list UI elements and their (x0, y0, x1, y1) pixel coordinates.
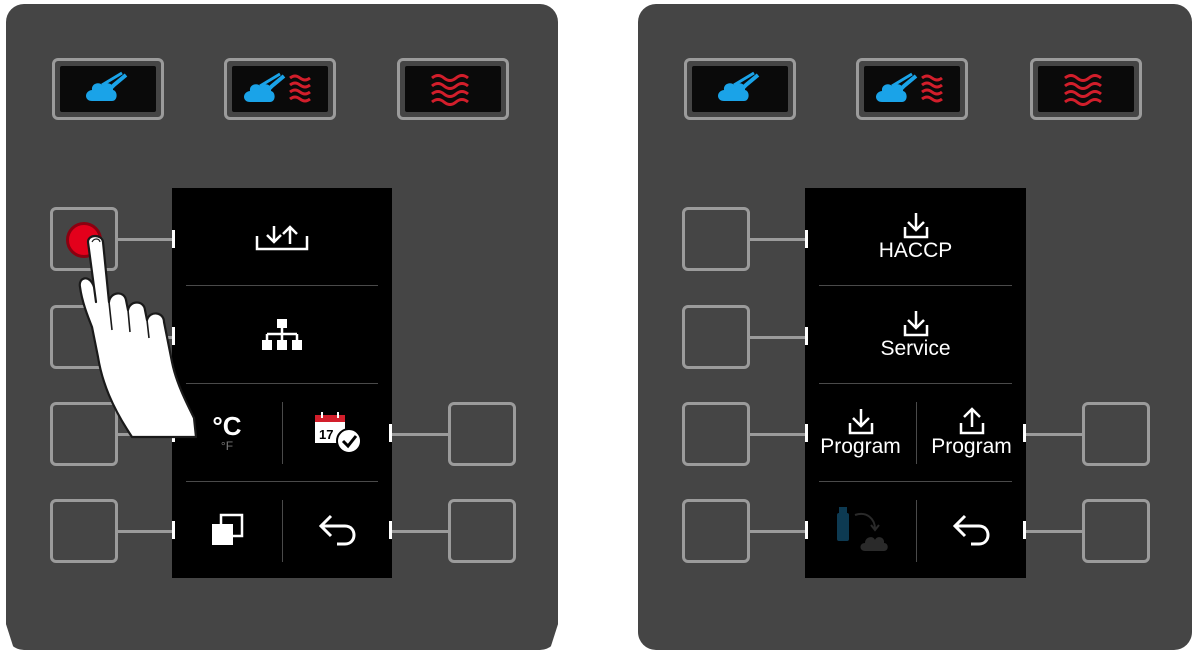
temperature-unit-icon: °C °F (212, 413, 241, 453)
haccp-download-menu-item[interactable]: HACCP (805, 188, 1026, 285)
left-combi-mode-button[interactable] (224, 58, 336, 120)
right-combi-mode-button[interactable] (856, 58, 968, 120)
left-display-screen: °C °F 17 (172, 188, 392, 578)
program-upload-menu-item[interactable]: Program (917, 384, 1026, 481)
celsius-label: °C (212, 410, 242, 441)
program-download-label: Program (820, 434, 901, 458)
left-convection-mode-button[interactable] (397, 58, 509, 120)
calendar-day: 17 (319, 427, 333, 442)
convection-icon (431, 74, 469, 106)
upload-icon (959, 406, 984, 434)
steam-icon (86, 71, 128, 101)
steam-icon (718, 71, 760, 101)
usb-to-cloud-menu-item[interactable] (805, 482, 916, 578)
download-icon (903, 212, 928, 238)
date-time-menu-item[interactable]: 17 (283, 384, 392, 481)
import-export-menu-item[interactable] (172, 188, 392, 285)
connector (1026, 433, 1084, 436)
usb-to-cloud-icon (836, 507, 888, 551)
right-convection-mode-button[interactable] (1030, 58, 1142, 120)
connector (117, 530, 172, 533)
right-panel-side-button-3[interactable] (682, 402, 750, 466)
connector (749, 433, 805, 436)
back-menu-item[interactable] (283, 482, 392, 578)
copy-icon (212, 513, 244, 545)
haccp-label: HACCP (878, 238, 953, 262)
fahrenheit-label: °F (220, 438, 234, 453)
service-download-menu-item[interactable]: Service (805, 286, 1026, 383)
download-icon (903, 310, 928, 336)
program-upload-label: Program (931, 434, 1012, 458)
copy-menu-item[interactable] (172, 482, 282, 578)
right-panel-side-button-2[interactable] (682, 305, 750, 369)
calendar-clock-icon: 17 (314, 411, 362, 454)
connector (392, 530, 450, 533)
right-panel-right-side-button-3[interactable] (1082, 402, 1150, 466)
program-download-menu-item[interactable]: Program (805, 384, 916, 481)
connector (749, 530, 805, 533)
import-export-icon (255, 224, 309, 250)
combi-steam-convection-icon (244, 72, 311, 103)
back-icon (952, 514, 989, 546)
network-menu-item[interactable] (172, 286, 392, 383)
pointing-hand-icon (78, 234, 198, 439)
left-side-button-4[interactable] (50, 499, 118, 563)
right-panel-side-button-1[interactable] (682, 207, 750, 271)
right-steam-mode-button[interactable] (684, 58, 796, 120)
left-panel-right-side-button-4[interactable] (448, 499, 516, 563)
download-icon (848, 408, 873, 434)
back-icon (318, 514, 355, 546)
connector (1026, 530, 1084, 533)
network-icon (262, 318, 302, 350)
right-panel-side-button-4[interactable] (682, 499, 750, 563)
left-steam-mode-button[interactable] (52, 58, 164, 120)
left-panel-right-side-button-3[interactable] (448, 402, 516, 466)
right-panel-right-side-button-4[interactable] (1082, 499, 1150, 563)
back-menu-item[interactable] (917, 482, 1026, 578)
convection-icon (1064, 74, 1102, 106)
combi-steam-convection-icon (876, 72, 943, 103)
connector (749, 336, 805, 339)
connector (749, 238, 805, 241)
connector (392, 433, 450, 436)
right-display-screen: HACCP Service Program Program (805, 188, 1026, 578)
service-label: Service (880, 336, 951, 360)
